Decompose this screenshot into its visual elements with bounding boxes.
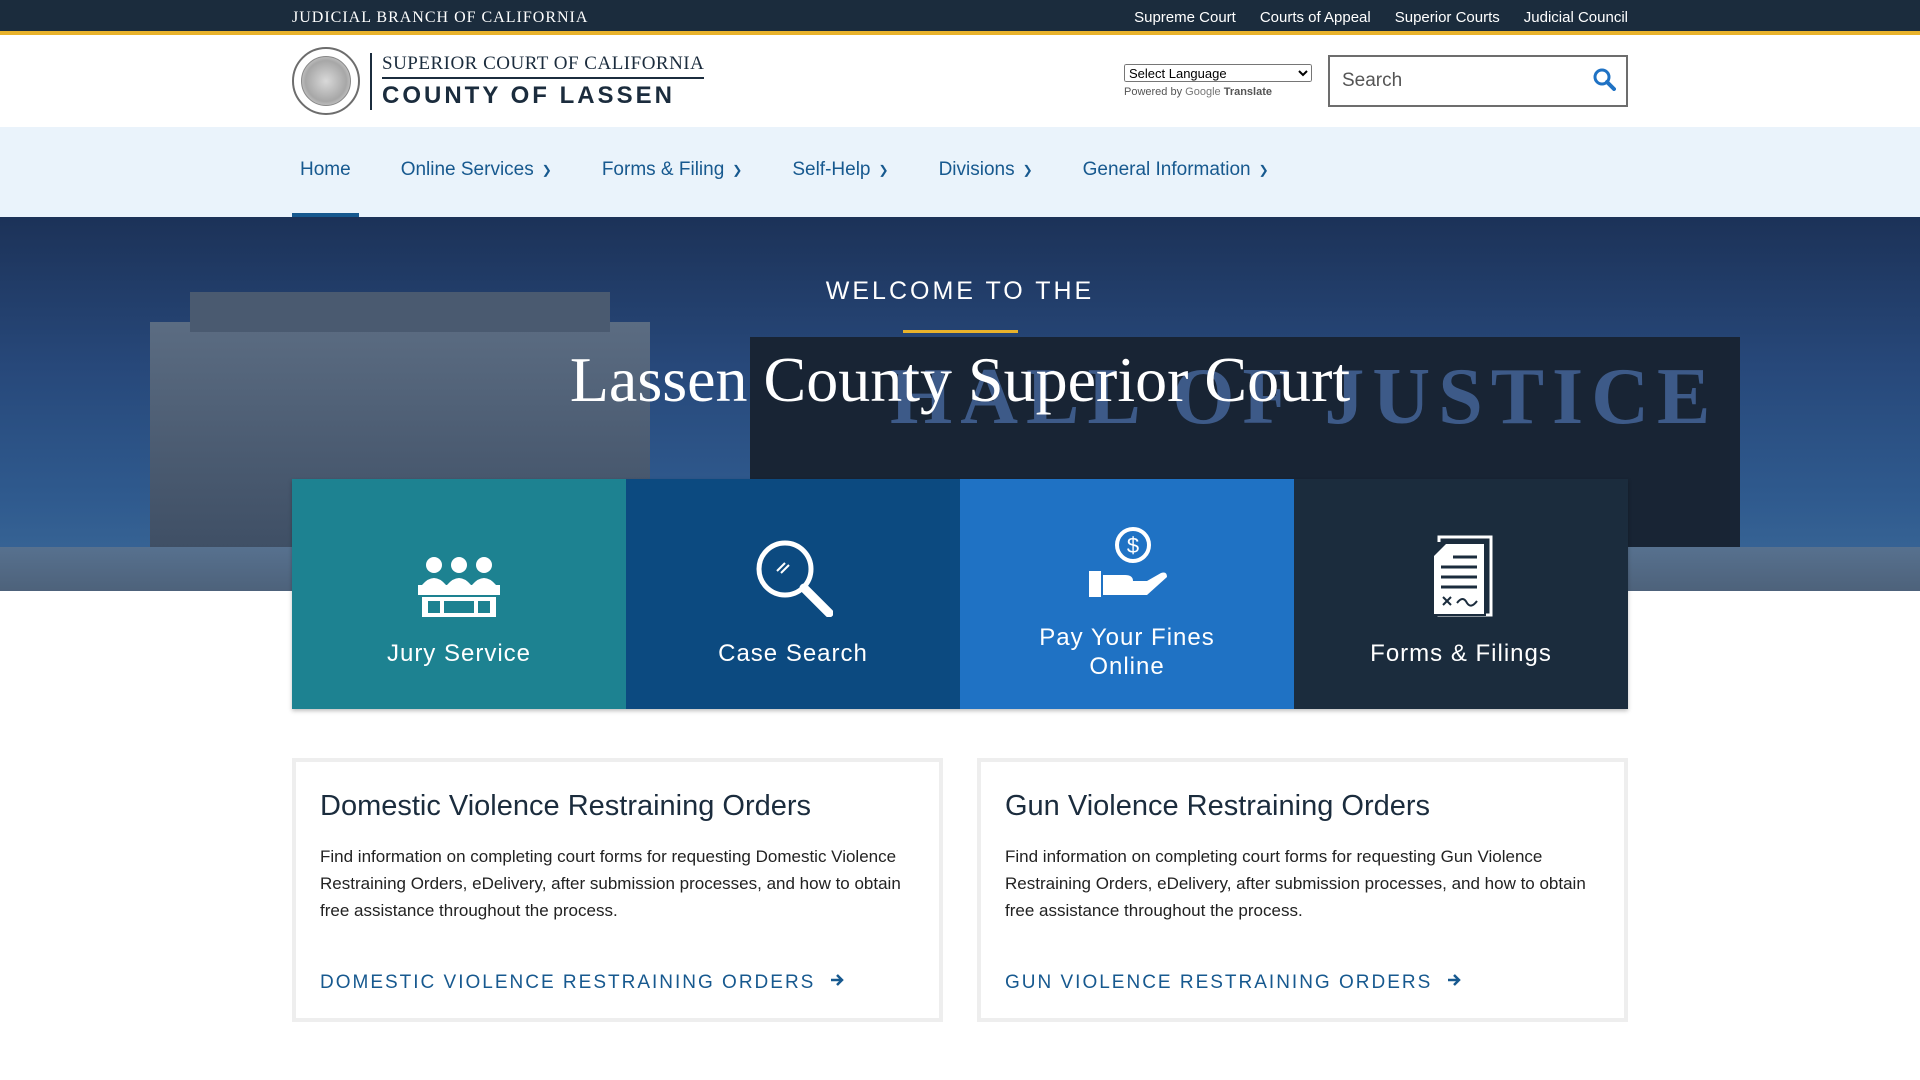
dv-restraining-card: Domestic Violence Restraining Orders Fin… (292, 758, 943, 1022)
card-body: Find information on completing court for… (320, 847, 901, 920)
court-title: Lassen County Superior Court (569, 344, 1351, 415)
document-icon (1429, 527, 1493, 617)
judicial-council-link[interactable]: Judicial Council (1524, 9, 1628, 26)
forms-filings-tile[interactable]: Forms & Filings (1294, 479, 1628, 709)
svg-text:$: $ (1127, 533, 1139, 558)
quick-links: Jury Service Case Search $ Pay Your Fine… (292, 479, 1628, 709)
site-header: SUPERIOR COURT OF CALIFORNIA COUNTY OF L… (0, 35, 1920, 127)
gv-restraining-link[interactable]: GUN VIOLENCE RESTRAINING ORDERS (1005, 972, 1462, 994)
pay-fines-tile[interactable]: $ Pay Your Fines Online (960, 479, 1294, 709)
chevron-down-icon: ❯ (1258, 163, 1269, 177)
chevron-down-icon: ❯ (878, 163, 889, 177)
welcome-text: WELCOME TO THE (825, 277, 1095, 305)
nav-divisions[interactable]: Divisions ❯ (931, 127, 1041, 217)
hero-heading: WELCOME TO THE Lassen County Superior Co… (0, 217, 1920, 417)
gold-divider (902, 330, 1018, 333)
jury-service-tile[interactable]: Jury Service (292, 479, 626, 709)
card-body: Find information on completing court for… (1005, 847, 1586, 920)
superior-courts-link[interactable]: Superior Courts (1395, 9, 1500, 26)
language-select[interactable]: Select Language (1124, 64, 1312, 82)
search-input[interactable] (1342, 70, 1572, 92)
case-search-tile[interactable]: Case Search (626, 479, 960, 709)
gv-restraining-card: Gun Violence Restraining Orders Find inf… (977, 758, 1628, 1022)
card-title: Gun Violence Restraining Orders (1005, 790, 1431, 822)
main-nav: Home Online Services ❯ Forms & Filing ❯ Se… (0, 127, 1920, 217)
google-translate: Select Language Powered by Google Transl… (1124, 64, 1312, 98)
translate-link[interactable]: Translate (1224, 86, 1272, 98)
magnifier-icon (753, 527, 833, 617)
arrow-right-icon (829, 972, 845, 994)
chevron-down-icon: ❯ (1022, 163, 1033, 177)
judicial-branch-link[interactable]: JUDICIAL BRANCH OF CALIFORNIA (292, 9, 588, 27)
money-hand-icon: $ (1087, 511, 1167, 601)
jury-icon (418, 527, 500, 617)
case-search-label: Case Search (718, 640, 868, 667)
nav-self-help[interactable]: Self-Help ❯ (784, 127, 896, 217)
logo-text: SUPERIOR COURT OF CALIFORNIA COUNTY OF L… (370, 52, 705, 110)
search-box (1328, 55, 1628, 107)
logo-line2: COUNTY OF LASSEN (382, 81, 675, 109)
card-title: Domestic Violence Restraining Orders (320, 790, 812, 822)
header-right: Select Language Powered by Google Transl… (1124, 55, 1628, 107)
powered-by: Powered by Google Translate (1124, 86, 1273, 98)
pay-fines-label: Pay Your Fines Online (1039, 624, 1215, 680)
nav-home[interactable]: Home (292, 127, 359, 217)
courts-of-appeal-link[interactable]: Courts of Appeal (1260, 9, 1371, 26)
arrow-right-icon (1446, 972, 1462, 994)
nav-forms-filing[interactable]: Forms & Filing ❯ (594, 127, 751, 217)
logo-line1: SUPERIOR COURT OF CALIFORNIA (382, 53, 705, 79)
jury-service-label: Jury Service (386, 640, 532, 667)
top-bar: JUDICIAL BRANCH OF CALIFORNIA Supreme Co… (0, 0, 1920, 35)
supreme-court-link[interactable]: Supreme Court (1134, 9, 1236, 26)
court-logo[interactable]: SUPERIOR COURT OF CALIFORNIA COUNTY OF L… (292, 47, 705, 115)
chevron-down-icon: ❯ (732, 163, 743, 177)
forms-filings-label: Forms & Filings (1370, 640, 1552, 667)
dv-restraining-link[interactable]: DOMESTIC VIOLENCE RESTRAINING ORDERS (320, 972, 845, 994)
nav-online-services[interactable]: Online Services ❯ (393, 127, 560, 217)
nav-general-information[interactable]: General Information ❯ (1075, 127, 1277, 217)
top-links: Supreme Court Courts of Appeal Superior … (1134, 9, 1628, 26)
court-seal-icon (292, 47, 360, 115)
feature-cards: Domestic Violence Restraining Orders Fin… (292, 758, 1628, 1022)
search-icon[interactable] (1592, 67, 1616, 96)
chevron-down-icon: ❯ (541, 163, 552, 177)
